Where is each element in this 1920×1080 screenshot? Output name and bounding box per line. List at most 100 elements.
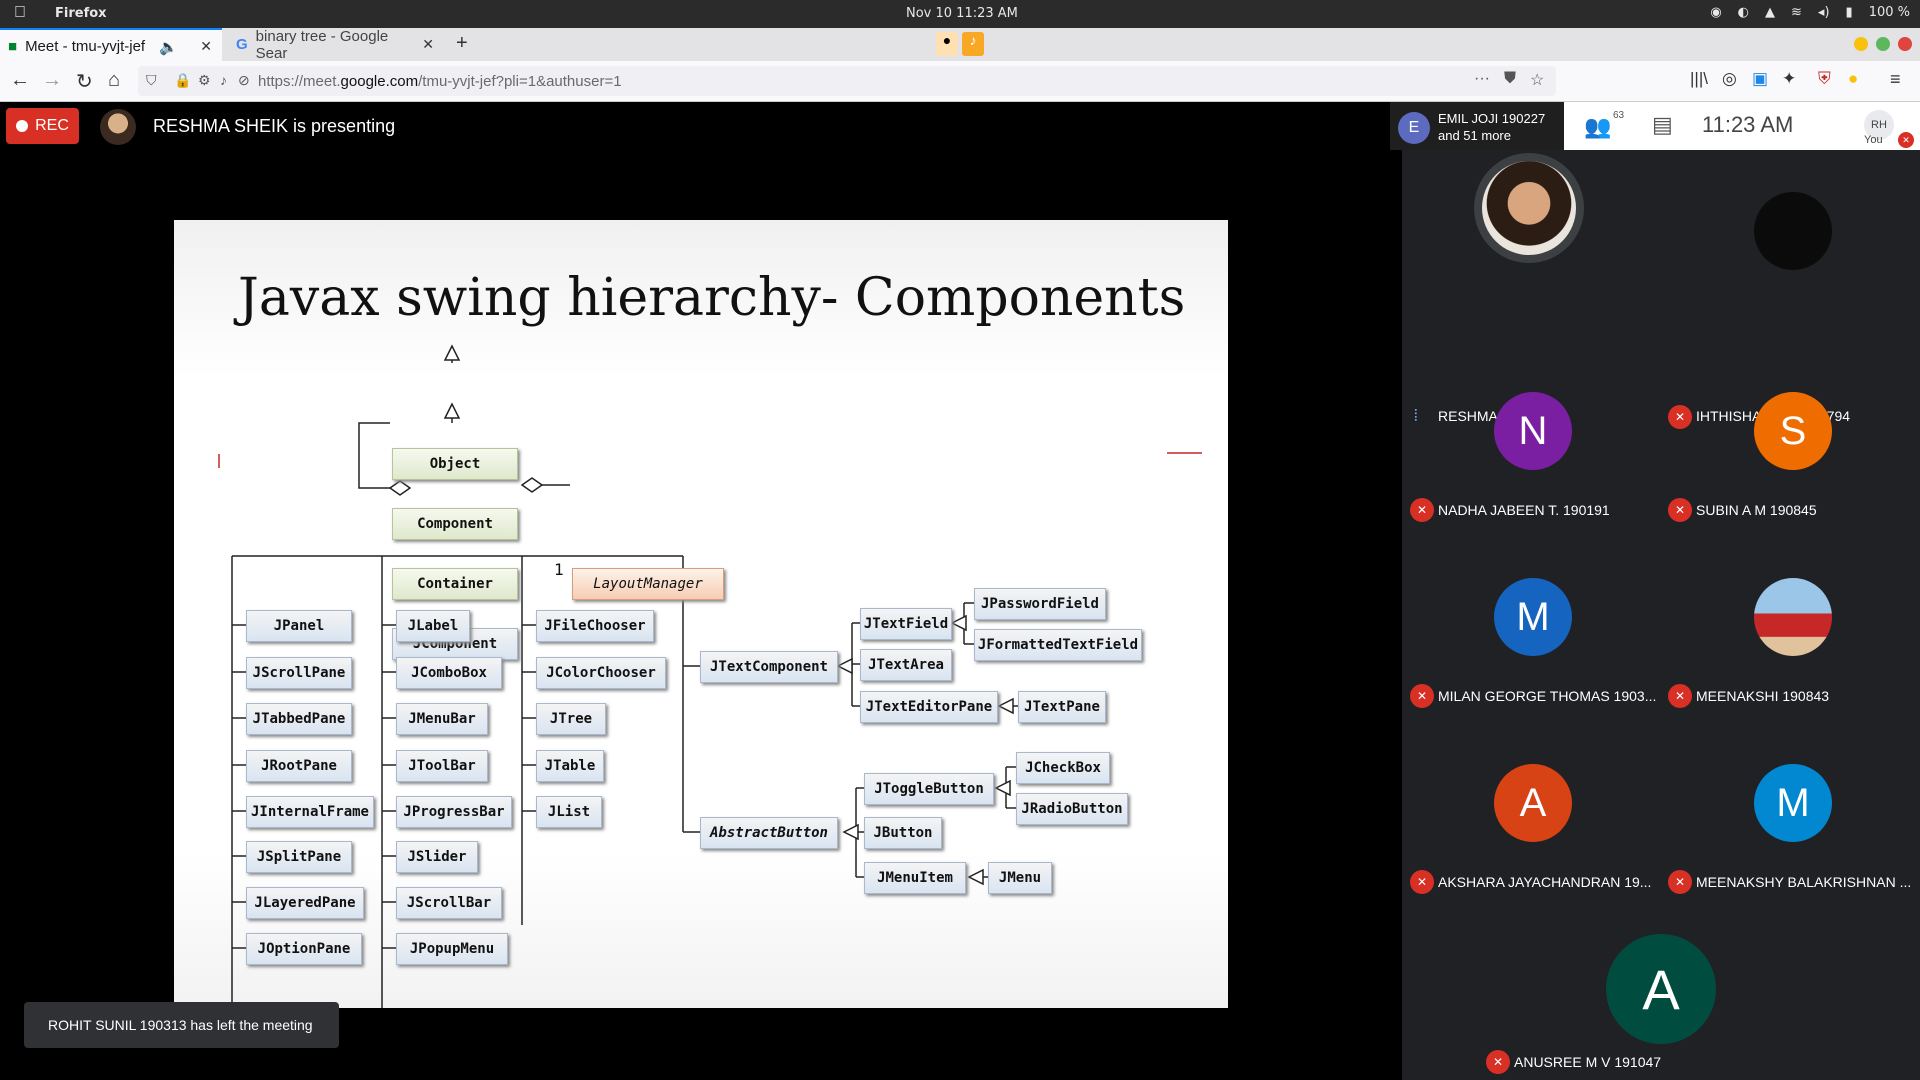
participant-tile[interactable]: ✕ IHTHISHAM K K 190794: [1660, 150, 1918, 429]
url-bar[interactable]: ⛉ 🔒 ⚙ ♪ ⊘ https://meet.google.com/tmu-yv…: [138, 66, 1556, 96]
avatar: M: [1754, 764, 1832, 842]
record-dot-icon: [16, 120, 29, 132]
microphone-sharing-icon[interactable]: ♪: [962, 32, 984, 56]
home-icon[interactable]: ⌂: [108, 69, 120, 92]
participant-tile[interactable]: A ✕ ANUSREE M V 191047: [1478, 894, 1846, 1080]
minimize-window-icon[interactable]: [1854, 37, 1868, 51]
chat-icon[interactable]: ▤: [1652, 112, 1673, 138]
participant-tile[interactable]: M ✕ MILAN GEORGE THOMAS 1903...: [1402, 564, 1660, 750]
uml-box-jcheckbox: JCheckBox: [1016, 752, 1110, 784]
vpn-icon[interactable]: ◐: [1738, 5, 1749, 20]
uml-box-jtextfield: JTextField: [860, 608, 952, 640]
muted-icon: ✕: [1668, 870, 1692, 894]
muted-icon: ✕: [1668, 684, 1692, 708]
uml-box-joptionpane: JOptionPane: [246, 933, 362, 965]
uml-box-abstractbutton: AbstractButton: [700, 817, 838, 849]
notification-icon[interactable]: ▲: [1765, 5, 1775, 20]
uml-box-jcolorchooser: JColorChooser: [536, 657, 666, 689]
camera-blocked-icon[interactable]: ⊘: [238, 72, 250, 89]
forward-icon[interactable]: →: [42, 69, 62, 92]
extension-icon[interactable]: ●: [1848, 69, 1858, 89]
volume-icon[interactable]: ◂): [1818, 5, 1830, 20]
muted-icon: ✕: [1410, 498, 1434, 522]
extension-badge-icon[interactable]: ▣: [1752, 69, 1768, 89]
speaker-icon[interactable]: 🔈: [159, 38, 178, 56]
uml-box-jfilechooser: JFileChooser: [536, 610, 654, 642]
participant-tile[interactable]: ✕ MEENAKSHI 190843: [1660, 564, 1918, 750]
os-top-bar:  Firefox Nov 10 11:23 AM ◉ ◐ ▲ ≋ ◂) ▮ 1…: [0, 0, 1920, 28]
participant-name: MEENAKSHY BALAKRISHNAN ...: [1696, 874, 1912, 890]
permissions-icon[interactable]: ⚙: [198, 72, 211, 89]
pocket-icon[interactable]: ⛊: [1504, 70, 1516, 88]
menu-icon[interactable]: ≡: [1890, 69, 1901, 90]
firefox-sharing-icon[interactable]: ●: [936, 32, 958, 56]
participant-chip[interactable]: E EMIL JOJI 190227 and 51 more: [1390, 102, 1564, 150]
screenshot-icon[interactable]: ◉: [1710, 5, 1721, 20]
chip-avatar: E: [1398, 112, 1430, 144]
uml-box-jscrollpane: JScrollPane: [246, 657, 352, 689]
new-tab-icon[interactable]: +: [456, 32, 468, 55]
reload-icon[interactable]: ↻: [76, 69, 93, 94]
participant-tile[interactable]: N ✕ NADHA JABEEN T. 190191: [1402, 378, 1660, 564]
system-tray: ◉ ◐ ▲ ≋ ◂) ▮ 100 %: [1710, 5, 1910, 20]
uml-box-jpasswordfield: JPasswordField: [974, 588, 1106, 620]
shield-icon[interactable]: ⛉: [146, 72, 157, 89]
os-app-name[interactable]: Firefox: [55, 6, 107, 21]
participant-tile[interactable]: ⦙ RESHMA SHEIK: [1402, 150, 1660, 425]
maximize-window-icon[interactable]: [1876, 37, 1890, 51]
close-window-icon[interactable]: [1898, 37, 1912, 51]
tab-google-search[interactable]: G binary tree - Google Sear ✕: [224, 27, 444, 62]
recording-badge[interactable]: REC: [6, 108, 79, 144]
uml-box-component: Component: [392, 508, 518, 540]
wifi-icon[interactable]: ≋: [1791, 5, 1802, 20]
tab-title: Meet - tmu-yvjt-jef: [25, 38, 146, 55]
browser-tab-bar: ■ Meet - tmu-yvjt-jef 🔈 ✕ G binary tree …: [0, 27, 1920, 63]
uml-box-jtextarea: JTextArea: [860, 649, 952, 681]
meeting-top-bar: E EMIL JOJI 190227 and 51 more 👥 63 ▤ 11…: [1390, 102, 1920, 150]
extension-icon[interactable]: ◎: [1722, 69, 1737, 89]
tab-title: binary tree - Google Sear: [255, 27, 389, 62]
meet-favicon-icon: ■: [8, 38, 18, 55]
uml-box-jtogglebutton: JToggleButton: [864, 773, 994, 805]
library-icon[interactable]: |||\: [1690, 69, 1708, 89]
uml-box-jrootpane: JRootPane: [246, 750, 352, 782]
uml-box-jscrollbar: JScrollBar: [396, 887, 502, 919]
battery-percent: 100 %: [1868, 5, 1910, 20]
url-text[interactable]: https://meet.google.com/tmu-yvjt-jef?pli…: [258, 73, 622, 90]
chip-line1: EMIL JOJI 190227: [1438, 111, 1546, 126]
self-label: You: [1864, 134, 1883, 146]
os-clock[interactable]: Nov 10 11:23 AM: [906, 6, 1018, 21]
muted-icon: ✕: [1668, 498, 1692, 522]
bookmark-star-icon[interactable]: ☆: [1530, 70, 1544, 90]
battery-icon[interactable]: ▮: [1846, 5, 1853, 20]
participant-name: SUBIN A M 190845: [1696, 502, 1817, 518]
lock-icon[interactable]: 🔒: [174, 72, 191, 89]
uml-box-jcombobox: JComboBox: [396, 657, 502, 689]
url-path: /tmu-yvjt-jef?pli=1&authuser=1: [418, 73, 622, 90]
meeting-tools: 👥 63 ▤ 11:23 AM RH You ✕: [1564, 102, 1920, 150]
apple-icon[interactable]: : [14, 4, 26, 22]
uml-box-jprogressbar: JProgressBar: [396, 796, 512, 828]
uml-box-jslider: JSlider: [396, 841, 478, 873]
uml-box-jtabbedpane: JTabbedPane: [246, 703, 352, 735]
uml-box-jtexteditorpane: JTextEditorPane: [860, 691, 998, 723]
uml-box-container: Container: [392, 568, 518, 600]
ublock-icon[interactable]: ⛨: [1818, 69, 1831, 89]
extension-icon[interactable]: ✦: [1782, 69, 1796, 89]
close-tab-icon[interactable]: ✕: [422, 36, 434, 53]
uml-box-jlayeredpane: JLayeredPane: [246, 887, 364, 919]
microphone-permission-icon[interactable]: ♪: [220, 72, 227, 88]
page-actions-icon[interactable]: ···: [1474, 70, 1490, 88]
google-favicon-icon: G: [236, 36, 248, 53]
participant-tile[interactable]: S ✕ SUBIN A M 190845: [1660, 378, 1918, 564]
tab-meet[interactable]: ■ Meet - tmu-yvjt-jef 🔈 ✕: [0, 28, 222, 63]
meet-window: REC RESHMA SHEIK is presenting Javax swi…: [0, 102, 1920, 1080]
back-icon[interactable]: ←: [10, 69, 30, 92]
participant-name: ANUSREE M V 191047: [1514, 1054, 1662, 1070]
close-tab-icon[interactable]: ✕: [200, 38, 212, 55]
people-icon[interactable]: 👥: [1584, 114, 1611, 140]
uml-box-jformattedtextfield: JFormattedTextField: [974, 629, 1142, 661]
muted-icon: ✕: [1410, 684, 1434, 708]
presentation-stage: REC RESHMA SHEIK is presenting Javax swi…: [0, 102, 1402, 1080]
avatar: A: [1606, 934, 1716, 1044]
